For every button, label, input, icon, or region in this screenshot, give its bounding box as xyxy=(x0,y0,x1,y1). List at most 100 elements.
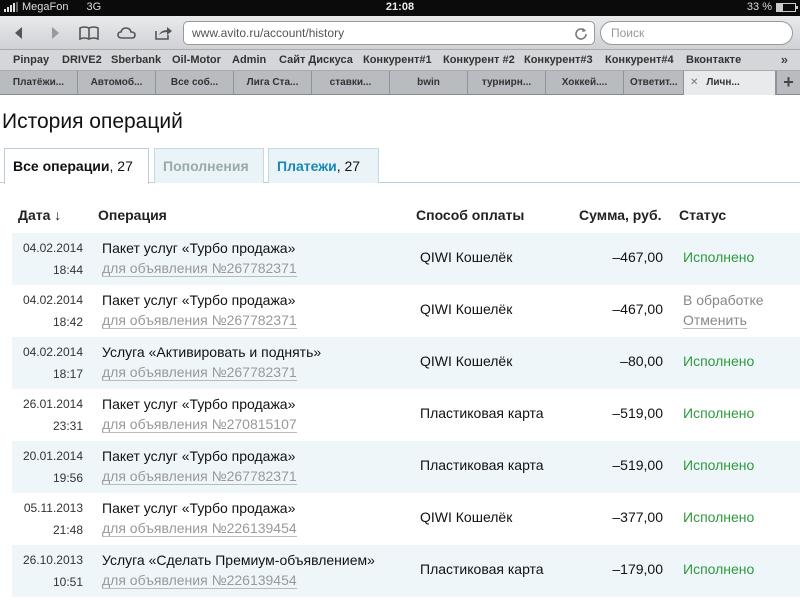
bookmark-item[interactable]: Конкурент#4 xyxy=(605,54,674,66)
bookmarks-button[interactable] xyxy=(76,21,102,45)
listing-link[interactable]: для объявления №270815107 xyxy=(102,416,297,433)
browser-toolbar: www.avito.ru/account/history Поиск xyxy=(0,16,800,50)
operation-text: Услуга «Сделать Премиум-объявлением» xyxy=(102,552,375,568)
bookmark-item[interactable]: Pinpay xyxy=(13,54,49,66)
browser-tab[interactable]: bwin xyxy=(390,71,468,95)
operation-cell: Пакет услуг «Турбо продажа» для объявлени… xyxy=(102,448,297,485)
book-icon xyxy=(79,26,99,41)
tab-count: , 27 xyxy=(109,158,133,174)
listing-link[interactable]: для объявления №226139454 xyxy=(102,572,297,589)
time-text: 23:31 xyxy=(52,419,83,433)
payment-method-text: QIWI Кошелёк xyxy=(420,301,513,317)
payment-method-text: QIWI Кошелёк xyxy=(420,509,513,525)
tab-label: Платежи xyxy=(277,158,337,174)
tab-all-operations[interactable]: Все операции, 27 xyxy=(4,148,149,184)
browser-tab[interactable]: Все соб... xyxy=(156,71,234,95)
reload-icon xyxy=(575,28,587,40)
bookmark-item[interactable]: Конкурент#3 xyxy=(524,54,593,66)
tab-count: , 27 xyxy=(336,158,361,174)
back-button[interactable] xyxy=(6,21,32,45)
listing-link[interactable]: для объявления №267782371 xyxy=(102,260,297,277)
date-text: 04.02.2014 xyxy=(22,293,83,307)
sum-text: –519,00 xyxy=(612,405,663,421)
icloud-tabs-button[interactable] xyxy=(114,21,140,45)
bookmark-item[interactable]: Конкурент #2 xyxy=(443,54,515,66)
status-text: Исполнено xyxy=(683,249,755,265)
status-text: Исполнено xyxy=(683,457,755,473)
column-header-operation: Операция xyxy=(98,207,167,223)
battery-percent: 33 % xyxy=(746,1,772,13)
listing-link[interactable]: для объявления №226139454 xyxy=(102,520,297,537)
operation-cell: Пакет услуг «Турбо продажа» для объявлени… xyxy=(102,292,297,329)
column-header-date[interactable]: Дата ↓ xyxy=(18,207,61,223)
browser-tab[interactable]: турнирн... xyxy=(468,71,546,95)
browser-tab[interactable]: ставки... xyxy=(312,71,390,95)
tab-label: Пополнения xyxy=(163,158,249,174)
search-input[interactable]: Поиск xyxy=(600,21,793,45)
bookmark-item[interactable]: Вконтакте xyxy=(686,54,741,66)
date-text: 26.01.2014 xyxy=(22,397,83,411)
table-row: 20.01.2014 19:56 Пакет услуг «Турбо продаж… xyxy=(12,441,800,493)
bookmark-item[interactable]: Sberbank xyxy=(111,54,161,66)
operation-cell: Услуга «Активировать и поднять» для объяв… xyxy=(102,344,321,381)
browser-tab-active[interactable]: ✕ Личн... xyxy=(684,71,776,95)
table-row: 04.02.2014 18:42 Пакет услуг «Турбо продаж… xyxy=(12,285,800,337)
tab-payments[interactable]: Платежи, 27 xyxy=(268,148,379,183)
url-bar[interactable]: www.avito.ru/account/history xyxy=(183,21,595,45)
browser-tab[interactable]: Лига Ста... xyxy=(234,71,312,95)
status-text: Исполнено xyxy=(683,509,755,525)
bookmark-item[interactable]: DRIVE2 xyxy=(62,54,102,66)
share-icon xyxy=(155,27,172,40)
more-bookmarks-button[interactable]: » xyxy=(781,52,788,67)
table-row: 04.02.2014 18:44 Пакет услуг «Турбо продаж… xyxy=(12,233,800,285)
sum-text: –80,00 xyxy=(620,353,663,369)
time-text: 18:42 xyxy=(52,315,83,329)
table-row: 05.11.2013 21:48 Пакет услуг «Турбо продаж… xyxy=(12,493,800,545)
date-text: 05.11.2013 xyxy=(23,501,83,515)
bookmark-item[interactable]: Сайт Дискуса xyxy=(279,54,353,66)
operation-text: Пакет услуг «Турбо продажа» xyxy=(102,292,296,308)
listing-link[interactable]: для объявления №267782371 xyxy=(102,312,297,329)
page-title: История операций xyxy=(2,110,183,133)
browser-tab[interactable]: Автомоб... xyxy=(78,71,156,95)
battery-fill xyxy=(777,3,783,11)
status-cell: В обработке Отменить xyxy=(683,292,764,329)
bookmark-item[interactable]: Admin xyxy=(232,54,266,66)
browser-tab-label: Личн... xyxy=(706,77,740,88)
reload-button[interactable] xyxy=(574,26,588,43)
operation-text: Пакет услуг «Турбо продажа» xyxy=(102,448,296,464)
column-header-sum: Сумма, руб. xyxy=(579,207,662,223)
status-text: Исполнено xyxy=(683,561,755,577)
forward-button[interactable] xyxy=(42,21,68,45)
sum-text: –519,00 xyxy=(612,457,663,473)
status-text: Исполнено xyxy=(683,353,755,369)
time-text: 18:17 xyxy=(52,367,83,381)
cloud-icon xyxy=(117,27,136,39)
tab-deposits[interactable]: Пополнения xyxy=(154,148,264,183)
column-header-payment: Способ оплаты xyxy=(416,207,525,223)
browser-tab[interactable]: Платёжи... xyxy=(0,71,78,95)
browser-tab-bar: Платёжи... Автомоб... Все соб... Лига Ст… xyxy=(0,71,800,95)
listing-link[interactable]: для объявления №267782371 xyxy=(102,468,297,485)
bookmark-item[interactable]: Oil-Motor xyxy=(172,54,221,66)
status-text: Исполнено xyxy=(683,405,755,421)
tab-label: Все операции xyxy=(13,158,110,174)
browser-tab[interactable]: Хоккей.... xyxy=(546,71,624,95)
bookmark-item[interactable]: Конкурент#1 xyxy=(363,54,432,66)
close-tab-icon[interactable]: ✕ xyxy=(690,77,698,88)
forward-arrow-icon xyxy=(52,27,59,39)
date-text: 26.10.2013 xyxy=(22,553,83,567)
browser-tab[interactable]: Ответит... xyxy=(624,71,684,95)
date-text: 20.01.2014 xyxy=(22,449,83,463)
payment-method-text: Пластиковая карта xyxy=(420,561,544,577)
listing-link[interactable]: для объявления №267782371 xyxy=(102,364,297,381)
payment-method-text: Пластиковая карта xyxy=(420,457,544,473)
status-text: В обработке xyxy=(683,292,764,308)
cancel-link[interactable]: Отменить xyxy=(683,312,747,329)
operation-cell: Пакет услуг «Турбо продажа» для объявлени… xyxy=(102,240,297,277)
new-tab-button[interactable]: + xyxy=(776,71,800,95)
payment-method-text: QIWI Кошелёк xyxy=(420,353,513,369)
url-text: www.avito.ru/account/history xyxy=(192,26,345,40)
time-text: 21:48 xyxy=(52,523,83,537)
share-button[interactable] xyxy=(150,21,176,45)
